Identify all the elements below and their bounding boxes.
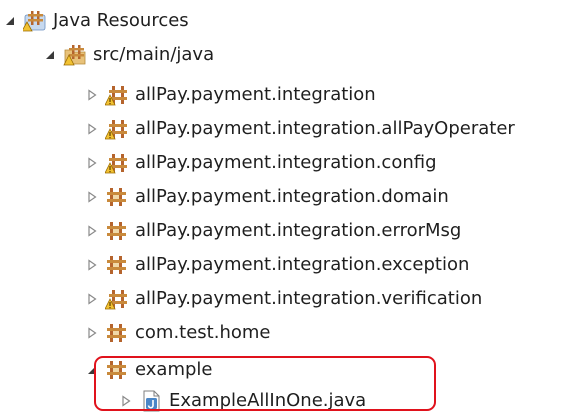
tree-node-package[interactable]: allPay.payment.integration.exception bbox=[86, 248, 469, 281]
tree-node-label: com.test.home bbox=[135, 321, 271, 343]
tree-node-package[interactable]: allPay.payment.integration bbox=[86, 78, 376, 111]
package-icon bbox=[105, 358, 129, 382]
tree-node-label: allPay.payment.integration.errorMsg bbox=[135, 219, 462, 241]
package-warning-icon bbox=[105, 287, 129, 311]
tree-node-package[interactable]: allPay.payment.integration.config bbox=[86, 146, 437, 179]
tree-node-package[interactable]: com.test.home bbox=[86, 316, 270, 349]
tree-node-label: ExampleAllInOne.java bbox=[169, 389, 367, 411]
tree-node-label: example bbox=[135, 358, 213, 380]
collapsed-arrow-icon[interactable] bbox=[120, 395, 132, 407]
collapsed-arrow-icon[interactable] bbox=[86, 191, 98, 203]
tree-node-package[interactable]: allPay.payment.integration.errorMsg bbox=[86, 214, 461, 247]
tree-node-label: allPay.payment.integration.exception bbox=[135, 253, 470, 275]
tree-node-label: allPay.payment.integration.allPayOperate… bbox=[135, 117, 515, 139]
tree-node-label: Java Resources bbox=[53, 9, 189, 31]
java-file-icon bbox=[139, 389, 163, 413]
tree-node-package[interactable]: allPay.payment.integration.verification bbox=[86, 282, 482, 315]
package-warning-icon bbox=[105, 83, 129, 107]
tree-node-label: allPay.payment.integration bbox=[135, 83, 376, 105]
collapsed-arrow-icon[interactable] bbox=[86, 259, 98, 271]
tree-node-label: allPay.payment.integration.verification bbox=[135, 287, 483, 309]
package-icon bbox=[105, 321, 129, 345]
package-icon bbox=[105, 253, 129, 277]
package-warning-icon bbox=[105, 117, 129, 141]
package-icon bbox=[105, 219, 129, 243]
expanded-arrow-icon[interactable] bbox=[44, 49, 56, 61]
tree-node-package[interactable]: allPay.payment.integration.allPayOperate… bbox=[86, 112, 515, 145]
tree-node-package-example[interactable]: example bbox=[86, 353, 212, 386]
project-explorer-tree: Java Resources src/main/java allPay.paym… bbox=[0, 0, 579, 414]
tree-node-java-resources[interactable]: Java Resources bbox=[4, 4, 189, 37]
tree-node-java-file[interactable]: ExampleAllInOne.java bbox=[120, 384, 366, 414]
expanded-arrow-icon[interactable] bbox=[86, 364, 98, 376]
collapsed-arrow-icon[interactable] bbox=[86, 157, 98, 169]
source-folder-icon bbox=[63, 43, 87, 67]
collapsed-arrow-icon[interactable] bbox=[86, 123, 98, 135]
package-icon bbox=[105, 185, 129, 209]
collapsed-arrow-icon[interactable] bbox=[86, 89, 98, 101]
tree-node-label: allPay.payment.integration.config bbox=[135, 151, 437, 173]
tree-node-package[interactable]: allPay.payment.integration.domain bbox=[86, 180, 449, 213]
tree-node-label: allPay.payment.integration.domain bbox=[135, 185, 449, 207]
package-warning-icon bbox=[105, 151, 129, 175]
java-resources-icon bbox=[23, 9, 47, 33]
tree-node-src-main-java[interactable]: src/main/java bbox=[44, 38, 214, 71]
collapsed-arrow-icon[interactable] bbox=[86, 225, 98, 237]
collapsed-arrow-icon[interactable] bbox=[86, 293, 98, 305]
expanded-arrow-icon[interactable] bbox=[4, 15, 16, 27]
collapsed-arrow-icon[interactable] bbox=[86, 327, 98, 339]
tree-node-label: src/main/java bbox=[93, 43, 215, 65]
